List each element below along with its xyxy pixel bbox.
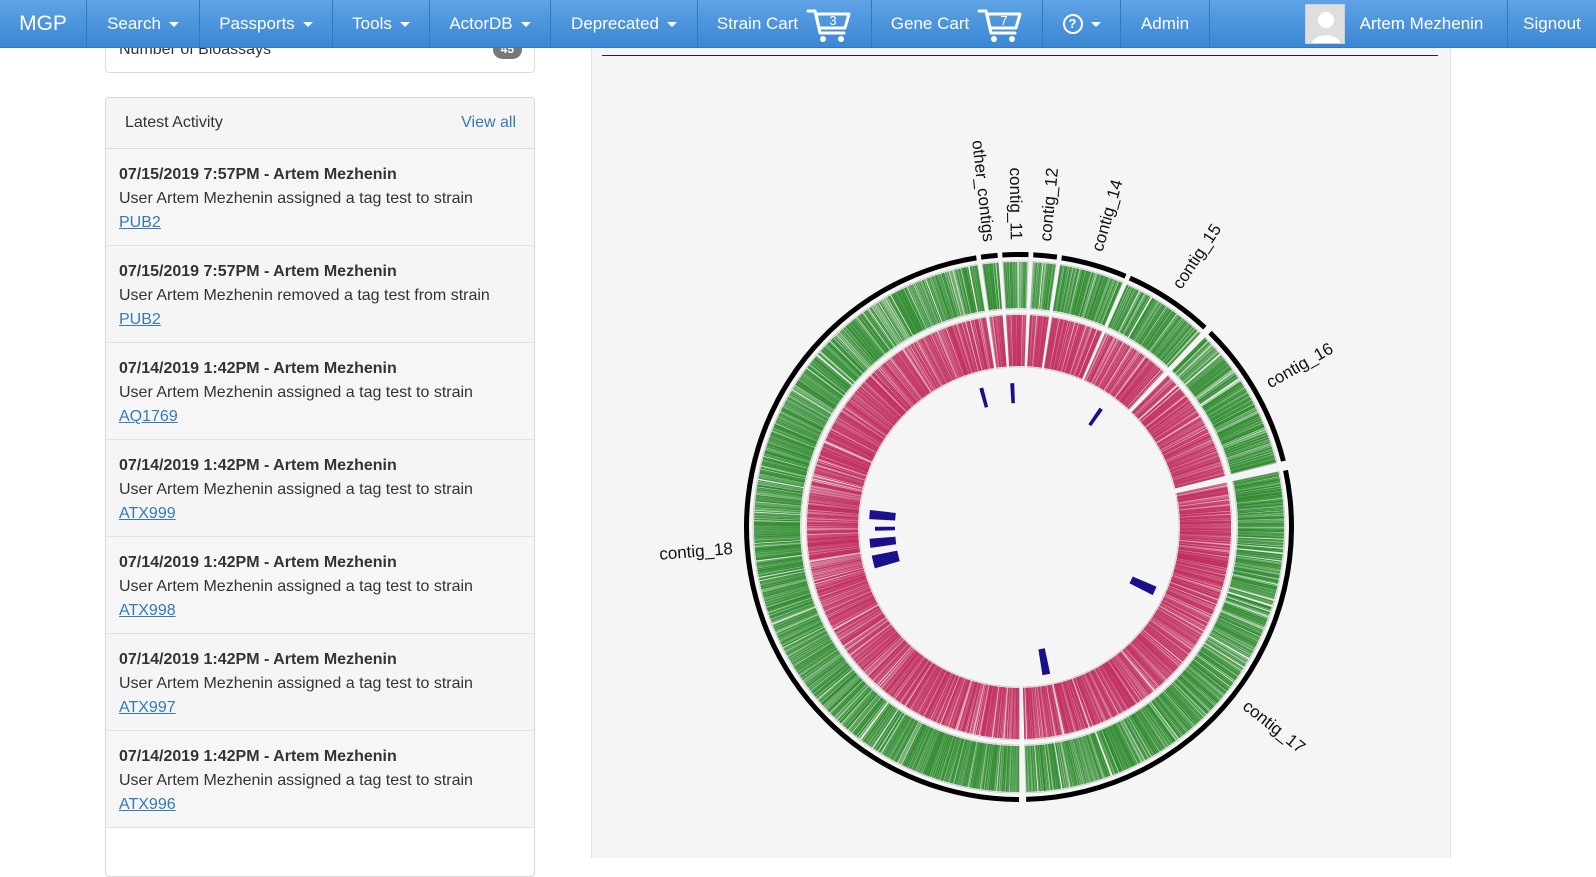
activity-list: 07/15/2019 7:57PM - Artem Mezhenin User … [106, 149, 534, 828]
signout-link[interactable]: Signout [1508, 0, 1596, 47]
circular-genome-plot[interactable]: other_contigs contig_11 contig_12 contig_14… [591, 48, 1451, 855]
menu-actordb[interactable]: ActorDB [430, 0, 551, 47]
activity-strain-link[interactable]: PUB2 [119, 214, 161, 231]
activity-time: 07/14/2019 1:42PM - Artem Mezhenin [119, 551, 521, 575]
caret-down-icon [667, 22, 677, 27]
help-menu[interactable]: ? [1043, 0, 1121, 47]
activity-strain-link[interactable]: ATX997 [119, 699, 176, 716]
activity-time: 07/14/2019 1:42PM - Artem Mezhenin [119, 454, 521, 478]
latest-activity-header: Latest Activity View all [106, 98, 534, 149]
contig-label: contig_12 [1036, 167, 1062, 242]
activity-time: 07/14/2019 1:42PM - Artem Mezhenin [119, 745, 521, 769]
menu-passports[interactable]: Passports [200, 0, 333, 47]
latest-activity-title: Latest Activity [125, 114, 223, 132]
shopping-cart-icon: 3 [806, 4, 852, 44]
gene-cart-label: Gene Cart [891, 14, 969, 34]
activity-description: User Artem Mezhenin assigned a tag test … [119, 187, 521, 211]
bioassays-summary-panel: Number of Bioassays 45 [105, 48, 535, 73]
activity-time: 07/15/2019 7:57PM - Artem Mezhenin [119, 163, 521, 187]
activity-item: 07/14/2019 1:42PM - Artem Mezhenin User … [106, 537, 534, 634]
activity-description: User Artem Mezhenin assigned a tag test … [119, 478, 521, 502]
view-all-link[interactable]: View all [461, 114, 516, 132]
menu-tools-label: Tools [352, 14, 392, 34]
activity-strain-link[interactable]: ATX996 [119, 796, 176, 813]
contig-label: other_contigs [968, 139, 998, 243]
activity-time: 07/14/2019 1:42PM - Artem Mezhenin [119, 357, 521, 381]
caret-down-icon [303, 22, 313, 27]
bioassays-count-badge: 45 [493, 48, 522, 59]
activity-description: User Artem Mezhenin assigned a tag test … [119, 575, 521, 599]
menu-actordb-label: ActorDB [449, 14, 512, 34]
strain-cart-link[interactable]: Strain Cart 3 [698, 0, 872, 47]
menu-deprecated[interactable]: Deprecated [551, 0, 698, 47]
activity-description: User Artem Mezhenin assigned a tag test … [119, 672, 521, 696]
user-menu[interactable]: Artem Mezhenin [1336, 0, 1508, 47]
activity-time: 07/15/2019 7:57PM - Artem Mezhenin [119, 260, 521, 284]
activity-description: User Artem Mezhenin assigned a tag test … [119, 381, 521, 405]
contig-ideogram [981, 253, 998, 260]
menu-search-label: Search [107, 14, 161, 34]
shopping-cart-icon: 7 [977, 4, 1023, 44]
latest-activity-panel: Latest Activity View all 07/15/2019 7:57… [105, 97, 535, 877]
caret-down-icon [521, 22, 531, 27]
gene-cart-count: 7 [1001, 13, 1008, 28]
activity-strain-link[interactable]: ATX999 [119, 505, 176, 522]
activity-item: 07/14/2019 1:42PM - Artem Mezhenin User … [106, 440, 534, 537]
activity-item: 07/15/2019 7:57PM - Artem Mezhenin User … [106, 149, 534, 246]
activity-description: User Artem Mezhenin removed a tag test f… [119, 284, 521, 308]
strain-cart-label: Strain Cart [717, 14, 798, 34]
caret-down-icon [1091, 22, 1101, 27]
brand-label: MGP [19, 12, 67, 36]
user-name: Artem Mezhenin [1360, 14, 1484, 34]
menu-passports-label: Passports [219, 14, 295, 34]
activity-item: 07/14/2019 1:42PM - Artem Mezhenin User … [106, 343, 534, 440]
contig-label: contig_15 [1169, 220, 1226, 292]
contig-ideogram [1002, 252, 1028, 258]
activity-strain-link[interactable]: PUB2 [119, 311, 161, 328]
signout-label: Signout [1523, 14, 1581, 34]
top-navbar: MGP Search Passports Tools ActorDB Depre… [0, 0, 1596, 48]
bioassays-label: Number of Bioassays [119, 48, 271, 59]
activity-strain-link[interactable]: AQ1769 [119, 408, 178, 425]
contig-label: contig_18 [659, 539, 734, 564]
menu-tools[interactable]: Tools [333, 0, 430, 47]
caret-down-icon [400, 22, 410, 27]
strain-cart-count: 3 [830, 13, 837, 28]
caret-down-icon [169, 22, 179, 27]
activity-item: 07/15/2019 7:57PM - Artem Mezhenin User … [106, 246, 534, 343]
activity-item: 07/14/2019 1:42PM - Artem Mezhenin User … [106, 634, 534, 731]
admin-link[interactable]: Admin [1121, 0, 1210, 47]
contig-ideogram [1033, 252, 1057, 259]
contig-label: contig_17 [1239, 696, 1309, 757]
activity-item: 07/14/2019 1:42PM - Artem Mezhenin User … [106, 731, 534, 828]
brand-link[interactable]: MGP [0, 0, 87, 47]
contig-label: contig_16 [1263, 339, 1336, 392]
activity-description: User Artem Mezhenin assigned a tag test … [119, 769, 521, 793]
activity-strain-link[interactable]: ATX998 [119, 602, 176, 619]
help-circle-icon: ? [1063, 14, 1083, 34]
activity-time: 07/14/2019 1:42PM - Artem Mezhenin [119, 648, 521, 672]
gene-cart-link[interactable]: Gene Cart 7 [872, 0, 1043, 47]
menu-search[interactable]: Search [87, 0, 200, 47]
menu-deprecated-label: Deprecated [571, 14, 659, 34]
contig-label: contig_14 [1088, 177, 1127, 253]
contig-label: contig_11 [1006, 167, 1026, 240]
admin-label: Admin [1141, 14, 1189, 34]
